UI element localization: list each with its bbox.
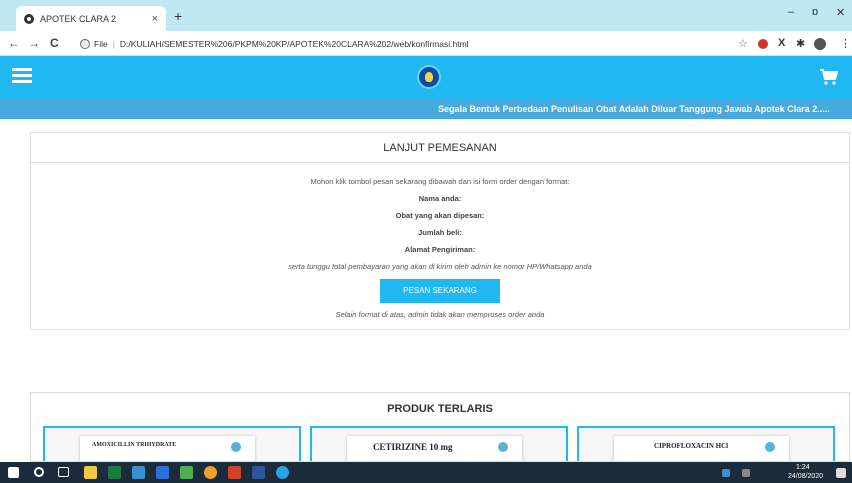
favicon-icon bbox=[24, 13, 34, 24]
url-field[interactable]: ⓘ File | D:/KULIAH/SEMESTER%206/PKPM%20K… bbox=[80, 35, 720, 53]
maximize-button[interactable]: ɒ bbox=[812, 6, 818, 18]
vpn-icon[interactable] bbox=[132, 466, 145, 479]
audition-icon[interactable] bbox=[108, 466, 121, 479]
zoom-icon[interactable] bbox=[156, 466, 169, 479]
clock-date[interactable]: 24/08/2020 bbox=[788, 473, 823, 480]
tab-title: APOTEK CLARA 2 bbox=[40, 13, 117, 24]
puzzle-extension-icon[interactable]: ✱ bbox=[796, 37, 805, 50]
chrome-icon[interactable] bbox=[204, 466, 217, 479]
order-title: LANJUT PEMESANAN bbox=[31, 133, 849, 163]
reload-button[interactable]: C bbox=[50, 36, 59, 50]
tray-icon[interactable] bbox=[722, 469, 730, 477]
clock-time[interactable]: 1:24 bbox=[796, 464, 810, 471]
minimize-button[interactable]: – bbox=[788, 6, 794, 18]
order-footer-note: Selain format di atas, admin tidak akan … bbox=[335, 310, 545, 319]
adblock-extension-icon[interactable] bbox=[758, 39, 768, 49]
profile-avatar-icon[interactable] bbox=[814, 38, 826, 50]
url-scheme-label: File bbox=[94, 39, 108, 49]
task-view-icon[interactable] bbox=[58, 467, 69, 477]
product-image: CETIRIZINE 10 mg bbox=[347, 436, 522, 461]
hamburger-menu-icon[interactable] bbox=[12, 68, 32, 84]
url-separator: | bbox=[112, 39, 115, 49]
info-icon[interactable]: ⓘ bbox=[80, 39, 90, 49]
product-logo-icon bbox=[231, 442, 241, 452]
start-button-icon[interactable] bbox=[8, 467, 19, 478]
tab-close-icon[interactable]: × bbox=[152, 13, 158, 25]
address-bar: ← → C ⓘ File | D:/KULIAH/SEMESTER%206/PK… bbox=[0, 31, 852, 56]
new-tab-button[interactable]: + bbox=[174, 8, 182, 24]
pharmacy-logo[interactable] bbox=[417, 65, 441, 89]
wait-note: serta tunggu total pembayaran yang akan … bbox=[288, 262, 592, 271]
order-intro: Mohon klik tombol pesan sekarang dibawah… bbox=[310, 177, 570, 186]
product-logo-icon bbox=[498, 442, 508, 452]
product-card[interactable]: CIPROFLOXACIN HCl bbox=[577, 426, 835, 461]
x-extension-icon[interactable]: X bbox=[778, 37, 785, 49]
product-logo-icon bbox=[765, 442, 775, 452]
field-qty-label: Jumlah beli: bbox=[418, 228, 462, 237]
taskbar: 1:24 24/08/2020 bbox=[0, 462, 852, 483]
field-address-label: Alamat Pengiriman: bbox=[404, 245, 476, 254]
menu-icon[interactable]: ⋮ bbox=[840, 37, 851, 50]
volume-icon[interactable] bbox=[742, 469, 750, 477]
url-text: D:/KULIAH/SEMESTER%206/PKPM%20KP/APOTEK%… bbox=[119, 39, 469, 49]
product-card[interactable]: AMOXICILLIN TRIHYDRATE bbox=[43, 426, 301, 461]
search-icon[interactable] bbox=[34, 467, 44, 477]
order-body: Mohon klik tombol pesan sekarang dibawah… bbox=[31, 163, 849, 323]
close-window-button[interactable]: ✕ bbox=[836, 6, 845, 19]
cart-icon[interactable] bbox=[820, 69, 838, 85]
bestseller-title: PRODUK TERLARIS bbox=[387, 403, 493, 415]
order-now-button[interactable]: PESAN SEKARANG bbox=[380, 279, 500, 303]
product-image: CIPROFLOXACIN HCl bbox=[614, 436, 789, 461]
browser-tabbar: APOTEK CLARA 2 × + – ɒ ✕ bbox=[0, 0, 852, 31]
product-image: AMOXICILLIN TRIHYDRATE bbox=[80, 436, 255, 461]
back-button[interactable]: ← bbox=[8, 36, 20, 50]
field-name-label: Nama anda: bbox=[418, 194, 462, 203]
announcement-marquee: Segala Bentuk Perbedaan Penulisan Obat A… bbox=[0, 100, 852, 119]
order-card: LANJUT PEMESANAN Mohon klik tombol pesan… bbox=[30, 132, 850, 330]
word-icon[interactable] bbox=[252, 466, 265, 479]
browser-tab[interactable]: APOTEK CLARA 2 × bbox=[16, 6, 166, 31]
field-drug-label: Obat yang akan dipesan: bbox=[395, 211, 485, 220]
app-icon[interactable] bbox=[180, 466, 193, 479]
product-brand: AMOXICILLIN TRIHYDRATE bbox=[92, 442, 177, 448]
powerpoint-icon[interactable] bbox=[228, 466, 241, 479]
product-brand: CETIRIZINE 10 mg bbox=[373, 442, 453, 452]
site-header bbox=[0, 56, 852, 100]
file-explorer-icon[interactable] bbox=[84, 466, 97, 479]
bestseller-card: PRODUK TERLARIS AMOXICILLIN TRIHYDRATE C… bbox=[30, 392, 850, 462]
product-brand: CIPROFLOXACIN HCl bbox=[654, 442, 729, 450]
bookmark-star-icon[interactable]: ☆ bbox=[738, 37, 748, 50]
product-card[interactable]: CETIRIZINE 10 mg bbox=[310, 426, 568, 461]
forward-button[interactable]: → bbox=[28, 36, 40, 50]
notification-icon[interactable] bbox=[836, 468, 846, 478]
edge-icon[interactable] bbox=[276, 466, 289, 479]
